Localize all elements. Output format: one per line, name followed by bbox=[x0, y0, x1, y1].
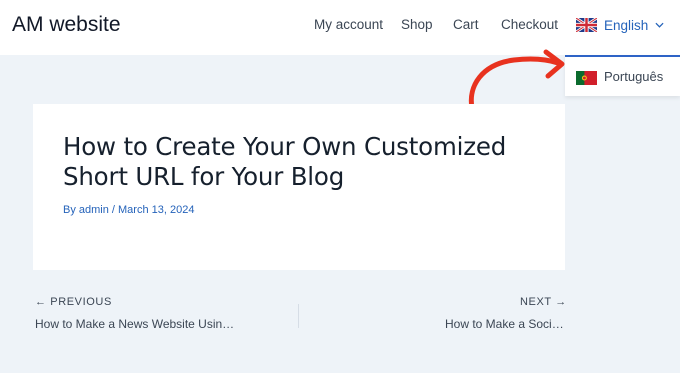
previous-post-label[interactable]: ← PREVIOUS bbox=[35, 296, 112, 308]
chevron-down-icon bbox=[655, 22, 664, 28]
nav-cart[interactable]: Cart bbox=[453, 17, 479, 32]
language-current-label: English bbox=[604, 17, 649, 33]
post-card: How to Create Your Own Customized Short … bbox=[33, 104, 565, 270]
language-option-portugues[interactable]: Português bbox=[604, 69, 663, 84]
language-switcher[interactable]: English bbox=[576, 14, 664, 36]
nav-my-account[interactable]: My account bbox=[314, 17, 383, 32]
site-header: AM website My account Shop Cart Checkout… bbox=[0, 0, 680, 55]
site-title[interactable]: AM website bbox=[12, 13, 121, 37]
portugal-flag-icon bbox=[576, 71, 597, 85]
uk-flag-icon bbox=[576, 18, 597, 32]
nav-checkout[interactable]: Checkout bbox=[501, 17, 558, 32]
language-dropdown: Português bbox=[565, 55, 680, 96]
post-title[interactable]: How to Create Your Own Customized Short … bbox=[63, 132, 543, 192]
previous-post-title[interactable]: How to Make a News Website Usin… bbox=[35, 317, 234, 331]
post-nav-divider bbox=[298, 304, 299, 328]
next-post-title[interactable]: How to Make a Soci… bbox=[445, 317, 564, 331]
nav-shop[interactable]: Shop bbox=[401, 17, 433, 32]
next-post-label[interactable]: NEXT → bbox=[520, 296, 567, 308]
post-meta[interactable]: By admin / March 13, 2024 bbox=[63, 204, 194, 216]
